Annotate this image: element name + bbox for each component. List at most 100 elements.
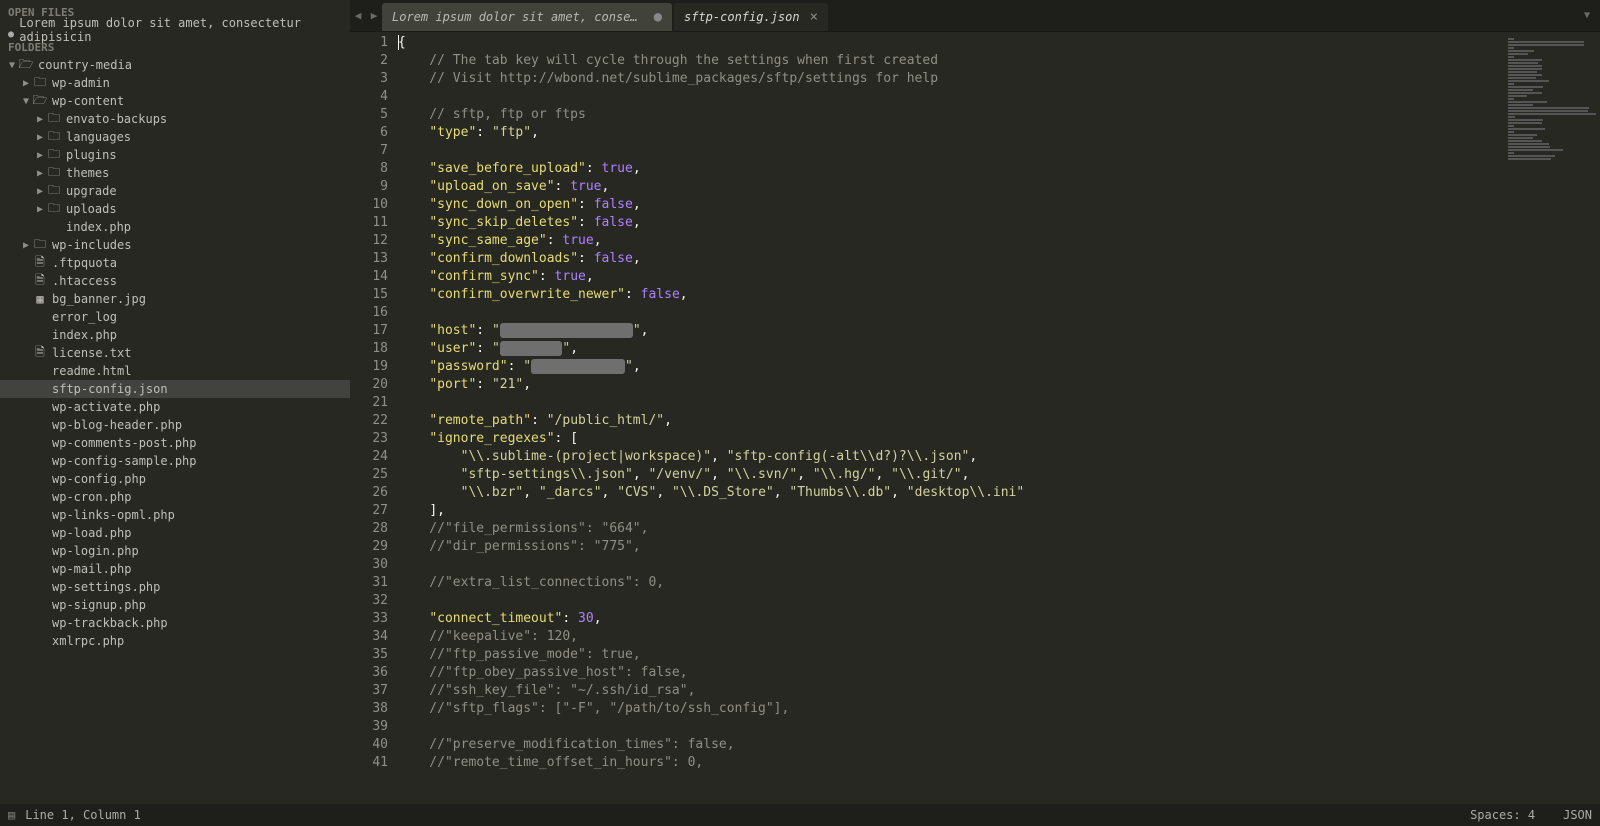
twisty-icon[interactable]	[34, 114, 46, 125]
tree-file[interactable]: wp-config-sample.php	[0, 452, 350, 470]
open-file[interactable]: Lorem ipsum dolor sit amet, consectetur …	[0, 21, 350, 39]
code-line[interactable]: "remote_path": "/public_html/",	[398, 412, 1500, 430]
twisty-icon[interactable]	[20, 96, 32, 107]
tab-close-icon[interactable]	[810, 9, 818, 25]
tree-folder[interactable]: uploads	[0, 200, 350, 218]
line-number[interactable]: 6	[350, 124, 388, 142]
tree-folder[interactable]: wp-content	[0, 92, 350, 110]
line-number[interactable]: 38	[350, 700, 388, 718]
tree-file[interactable]: wp-comments-post.php	[0, 434, 350, 452]
line-number[interactable]: 9	[350, 178, 388, 196]
tree-file[interactable]: .htaccess	[0, 272, 350, 290]
line-number[interactable]: 40	[350, 736, 388, 754]
line-number[interactable]: 21	[350, 394, 388, 412]
editor[interactable]: 1234567891011121314151617181920212223242…	[350, 32, 1600, 804]
code-line[interactable]: "type": "ftp",	[398, 124, 1500, 142]
nav-back-icon[interactable]: ◀	[350, 9, 366, 22]
line-number[interactable]: 37	[350, 682, 388, 700]
code-line[interactable]: // sftp, ftp or ftps	[398, 106, 1500, 124]
code-line[interactable]	[398, 394, 1500, 412]
tree-file[interactable]: sftp-config.json	[0, 380, 350, 398]
twisty-icon[interactable]	[20, 78, 32, 89]
tree-folder[interactable]: themes	[0, 164, 350, 182]
line-number[interactable]: 34	[350, 628, 388, 646]
code-line[interactable]	[398, 88, 1500, 106]
tree-file[interactable]: wp-mail.php	[0, 560, 350, 578]
code-line[interactable]	[398, 718, 1500, 736]
code-line[interactable]: "password": " ",	[398, 358, 1500, 376]
line-number[interactable]: 32	[350, 592, 388, 610]
code-line[interactable]: //"ssh_key_file": "~/.ssh/id_rsa",	[398, 682, 1500, 700]
code-line[interactable]: "save_before_upload": true,	[398, 160, 1500, 178]
code-area[interactable]: { // The tab key will cycle through the …	[398, 32, 1500, 804]
line-number[interactable]: 29	[350, 538, 388, 556]
code-line[interactable]: // Visit http://wbond.net/sublime_packag…	[398, 70, 1500, 88]
tree-file[interactable]: license.txt	[0, 344, 350, 362]
tab[interactable]: Lorem ipsum dolor sit amet, consectetur …	[382, 3, 672, 31]
minimap[interactable]	[1500, 32, 1600, 804]
code-line[interactable]: "\\.bzr", "_darcs", "CVS", "\\.DS_Store"…	[398, 484, 1500, 502]
code-line[interactable]: // The tab key will cycle through the se…	[398, 52, 1500, 70]
code-line[interactable]: "host": " ",	[398, 322, 1500, 340]
status-syntax[interactable]: JSON	[1563, 808, 1592, 822]
line-number[interactable]: 33	[350, 610, 388, 628]
code-line[interactable]: //"remote_time_offset_in_hours": 0,	[398, 754, 1500, 772]
tree-file[interactable]: wp-load.php	[0, 524, 350, 542]
line-number[interactable]: 15	[350, 286, 388, 304]
line-number[interactable]: 25	[350, 466, 388, 484]
code-line[interactable]: //"extra_list_connections": 0,	[398, 574, 1500, 592]
line-number[interactable]: 22	[350, 412, 388, 430]
line-number[interactable]: 3	[350, 70, 388, 88]
tree-file[interactable]: .ftpquota	[0, 254, 350, 272]
twisty-icon[interactable]	[34, 132, 46, 143]
line-number[interactable]: 16	[350, 304, 388, 322]
code-line[interactable]: "confirm_sync": true,	[398, 268, 1500, 286]
nav-forward-icon[interactable]: ▶	[366, 9, 382, 22]
twisty-icon[interactable]	[34, 204, 46, 215]
code-line[interactable]: //"file_permissions": "664",	[398, 520, 1500, 538]
line-number[interactable]: 11	[350, 214, 388, 232]
tab-overflow-icon[interactable]: ▼	[1574, 10, 1600, 21]
line-number[interactable]: 23	[350, 430, 388, 448]
tree-file[interactable]: xmlrpc.php	[0, 632, 350, 650]
tree-file[interactable]: index.php	[0, 326, 350, 344]
line-number[interactable]: 20	[350, 376, 388, 394]
code-line[interactable]: "sftp-settings\\.json", "/venv/", "\\.sv…	[398, 466, 1500, 484]
code-line[interactable]: //"ftp_obey_passive_host": false,	[398, 664, 1500, 682]
tree-folder[interactable]: plugins	[0, 146, 350, 164]
line-number[interactable]: 8	[350, 160, 388, 178]
tree-folder[interactable]: wp-includes	[0, 236, 350, 254]
line-number[interactable]: 5	[350, 106, 388, 124]
line-number[interactable]: 17	[350, 322, 388, 340]
code-line[interactable]: //"ftp_passive_mode": true,	[398, 646, 1500, 664]
line-number[interactable]: 27	[350, 502, 388, 520]
code-line[interactable]: "connect_timeout": 30,	[398, 610, 1500, 628]
code-line[interactable]	[398, 592, 1500, 610]
code-line[interactable]: "sync_same_age": true,	[398, 232, 1500, 250]
line-number[interactable]: 19	[350, 358, 388, 376]
twisty-icon[interactable]	[34, 168, 46, 179]
line-number[interactable]: 41	[350, 754, 388, 772]
twisty-icon[interactable]	[34, 186, 46, 197]
tree-file[interactable]: readme.html	[0, 362, 350, 380]
sidebar[interactable]: OPEN FILES Lorem ipsum dolor sit amet, c…	[0, 0, 350, 804]
line-number[interactable]: 10	[350, 196, 388, 214]
tree-file[interactable]: error_log	[0, 308, 350, 326]
line-number[interactable]: 30	[350, 556, 388, 574]
code-line[interactable]: "confirm_downloads": false,	[398, 250, 1500, 268]
tab-dirty-icon[interactable]	[654, 9, 662, 25]
tree-folder[interactable]: envato-backups	[0, 110, 350, 128]
line-number[interactable]: 28	[350, 520, 388, 538]
tree-file[interactable]: wp-blog-header.php	[0, 416, 350, 434]
tree-file[interactable]: wp-links-opml.php	[0, 506, 350, 524]
line-number[interactable]: 12	[350, 232, 388, 250]
tree-file[interactable]: index.php	[0, 218, 350, 236]
line-number[interactable]: 18	[350, 340, 388, 358]
line-number[interactable]: 14	[350, 268, 388, 286]
tree-file[interactable]: wp-login.php	[0, 542, 350, 560]
twisty-icon[interactable]	[34, 150, 46, 161]
twisty-icon[interactable]	[20, 240, 32, 251]
code-line[interactable]: //"sftp_flags": ["-F", "/path/to/ssh_con…	[398, 700, 1500, 718]
code-line[interactable]	[398, 556, 1500, 574]
code-line[interactable]: {	[398, 34, 1500, 52]
